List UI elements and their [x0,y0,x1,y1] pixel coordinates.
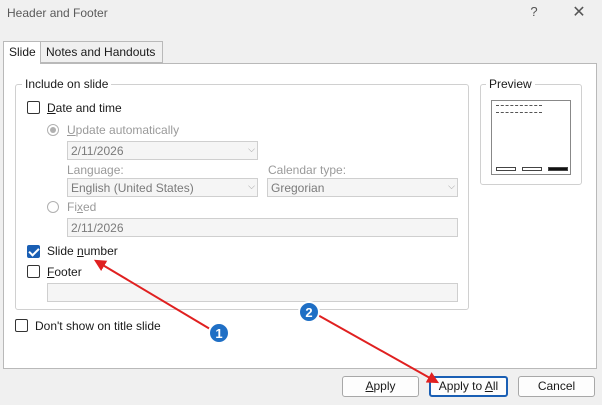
chevron-down-icon: ⌵ [248,181,255,191]
chevron-down-icon: ⌵ [248,144,255,154]
dont-show-on-title-slide-label[interactable]: Don't show on title slide [35,319,161,333]
calendar-type-label: Calendar type: [268,163,347,177]
preview-date-placeholder [496,105,542,106]
apply-button[interactable]: Apply [342,376,419,397]
tab-slide[interactable]: Slide [3,41,41,64]
slide-preview [491,100,571,175]
chevron-down-icon: ⌵ [448,181,455,191]
cancel-button[interactable]: Cancel [518,376,595,397]
help-button[interactable]: ? [524,4,544,22]
preview-footer-left-placeholder [496,167,516,171]
tab-notes-and-handouts[interactable]: Notes and Handouts [41,41,163,63]
footer-label[interactable]: Footer [47,265,82,279]
dont-show-on-title-slide-checkbox[interactable] [15,319,28,332]
preview-slide-number-placeholder [548,167,568,171]
fixed-radio[interactable] [47,201,59,213]
date-time-label[interactable]: Date and time [47,101,122,115]
apply-to-all-button[interactable]: Apply to All [429,376,508,397]
include-on-slide-legend: Include on slide [22,77,112,91]
include-on-slide-group [15,84,469,310]
preview-title-placeholder [496,112,542,113]
date-time-checkbox[interactable] [27,101,40,114]
calendar-type-dropdown[interactable]: Gregorian ⌵ [267,178,458,197]
fixed-date-input[interactable]: 2/11/2026 [67,218,458,237]
update-automatically-radio[interactable] [47,124,59,136]
language-value: English (United States) [71,181,194,195]
close-button[interactable]: ✕ [568,4,590,22]
slide-number-label[interactable]: Slide number [47,244,118,258]
language-dropdown[interactable]: English (United States) ⌵ [67,178,258,197]
date-format-value: 2/11/2026 [71,144,124,158]
dialog-title: Header and Footer [7,6,108,20]
calendar-type-value: Gregorian [271,181,325,195]
fixed-date-value: 2/11/2026 [71,221,124,235]
preview-footer-center-placeholder [522,167,542,171]
language-label: Language: [67,163,124,177]
preview-legend: Preview [486,77,535,91]
date-format-dropdown[interactable]: 2/11/2026 ⌵ [67,141,258,160]
footer-input[interactable] [47,283,458,302]
footer-checkbox[interactable] [27,265,40,278]
title-bar: Header and Footer ? ✕ [0,0,602,30]
update-automatically-label[interactable]: Update automatically [67,123,179,137]
fixed-label[interactable]: Fixed [67,200,96,214]
slide-number-checkbox[interactable] [27,245,40,258]
